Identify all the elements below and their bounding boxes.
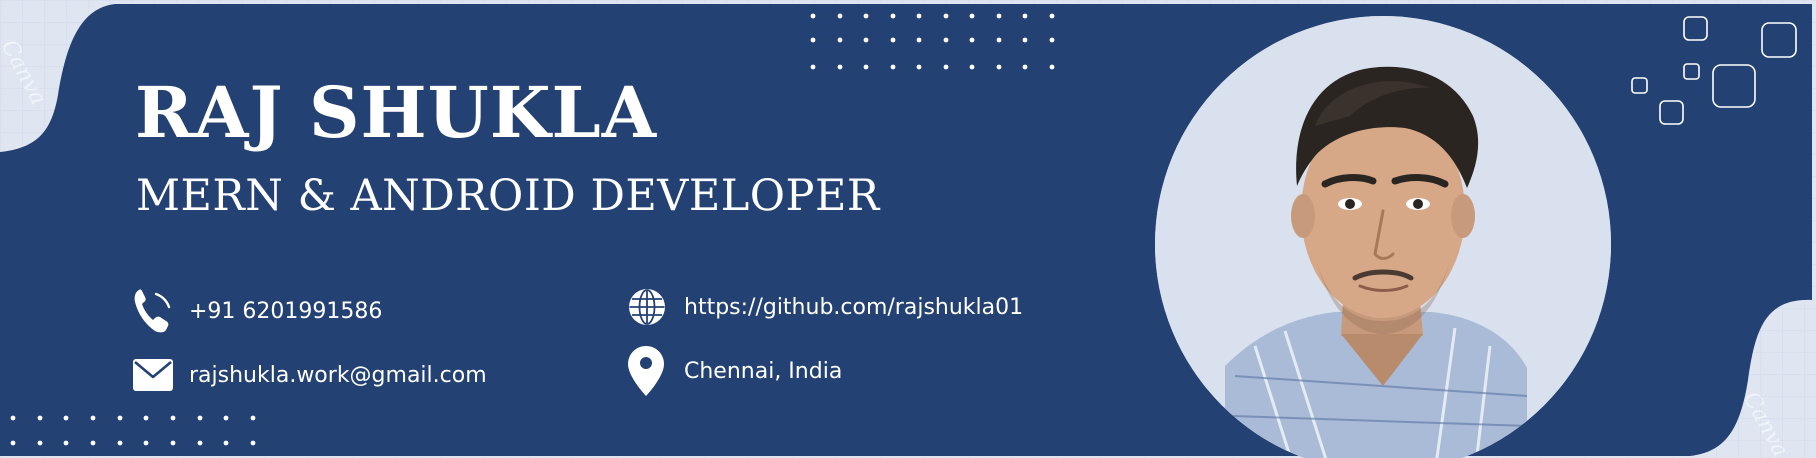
contact-phone[interactable]: +91 6201991586	[133, 288, 382, 334]
profile-role: MERN & ANDROID DEVELOPER	[136, 171, 880, 221]
contact-email[interactable]: rajshukla.work@gmail.com	[133, 352, 487, 398]
email-address: rajshukla.work@gmail.com	[189, 362, 487, 388]
contact-location: Chennai, India	[628, 346, 843, 396]
profile-photo	[1155, 16, 1611, 458]
envelope-icon	[133, 352, 179, 398]
phone-number: +91 6201991586	[189, 298, 383, 324]
location-text: Chennai, India	[684, 358, 843, 384]
banner: Canva Canva RAJ SHUKLA MERN & ANDROID DE…	[0, 0, 1816, 458]
contact-website[interactable]: https://github.com/rajshukla01	[628, 284, 1023, 330]
profile-name: RAJ SHUKLA	[135, 71, 658, 154]
map-pin-icon	[628, 346, 674, 396]
globe-icon	[628, 284, 674, 330]
phone-icon	[133, 288, 179, 334]
website-url: https://github.com/rajshukla01	[684, 294, 1024, 320]
